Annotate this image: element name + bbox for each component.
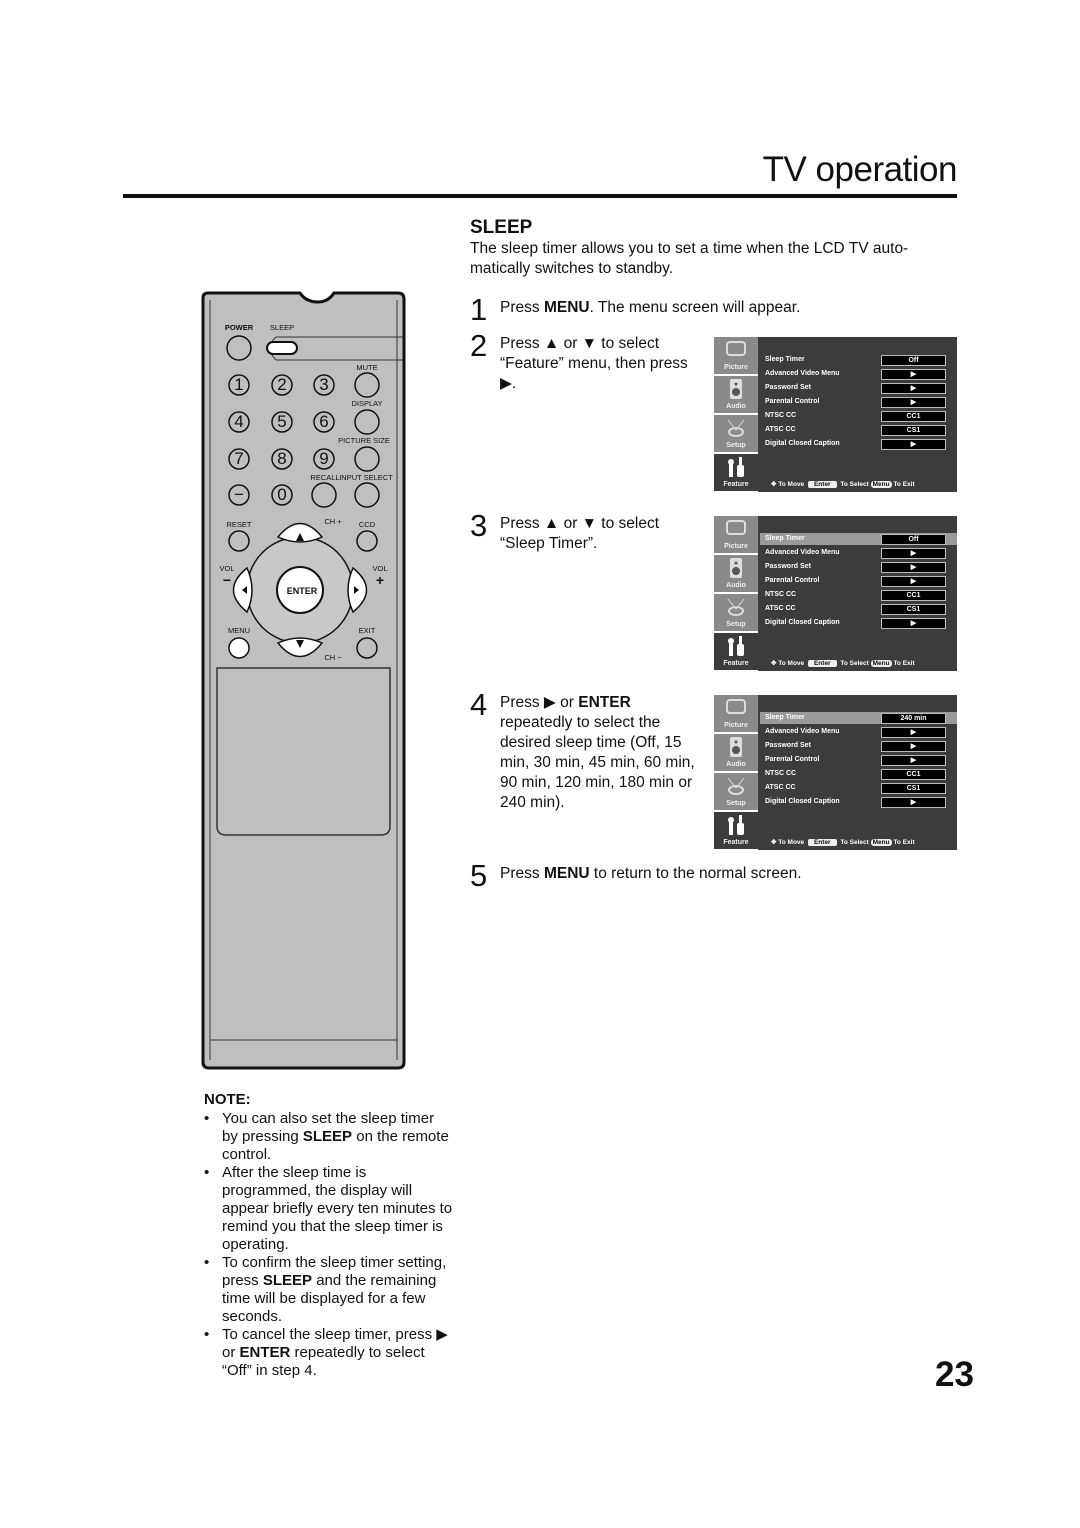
page-number: 23: [935, 1355, 974, 1394]
note-item: To cancel the sleep timer, press ▶ or EN…: [204, 1326, 454, 1380]
digit-button[interactable]: −: [234, 485, 244, 505]
remote-control-illustration: [201, 291, 406, 1070]
digit-button[interactable]: 3: [319, 375, 328, 395]
note-item: To confirm the sleep timer setting, pres…: [204, 1254, 454, 1326]
digit-button[interactable]: 2: [277, 375, 286, 395]
digit-button[interactable]: 6: [319, 412, 328, 432]
ccd-label: CCD: [358, 520, 376, 529]
digit-button[interactable]: 0: [277, 485, 286, 505]
power-label: POWER: [224, 323, 254, 332]
sleep-label: SLEEP: [269, 323, 295, 332]
digit-button[interactable]: 5: [277, 412, 286, 432]
picture-size-label: PICTURE SIZE: [338, 436, 390, 445]
digit-button[interactable]: 1: [234, 375, 243, 395]
digit-button[interactable]: 8: [277, 449, 286, 469]
recall-label: RECALL: [310, 473, 340, 482]
vol-minus-sign: −: [222, 572, 232, 588]
ch-plus-label: CH +: [324, 517, 342, 526]
mute-label: MUTE: [356, 363, 378, 372]
ch-minus-label: CH −: [324, 653, 342, 662]
digit-button[interactable]: 9: [319, 449, 328, 469]
menu-label: MENU: [227, 626, 251, 635]
exit-label: EXIT: [358, 626, 376, 635]
reset-label: RESET: [226, 520, 252, 529]
note-item: You can also set the sleep timer by pres…: [204, 1110, 454, 1164]
note-list: You can also set the sleep timer by pres…: [204, 1110, 454, 1380]
note-heading: NOTE:: [204, 1091, 251, 1108]
vol-plus-sign: +: [375, 572, 385, 588]
note-item: After the sleep time is programmed, the …: [204, 1164, 454, 1254]
digit-button[interactable]: 7: [234, 449, 243, 469]
display-label: DISPLAY: [351, 399, 383, 408]
input-select-label: INPUT SELECT: [339, 473, 393, 482]
enter-button[interactable]: ENTER: [287, 586, 318, 596]
digit-button[interactable]: 4: [234, 412, 243, 432]
